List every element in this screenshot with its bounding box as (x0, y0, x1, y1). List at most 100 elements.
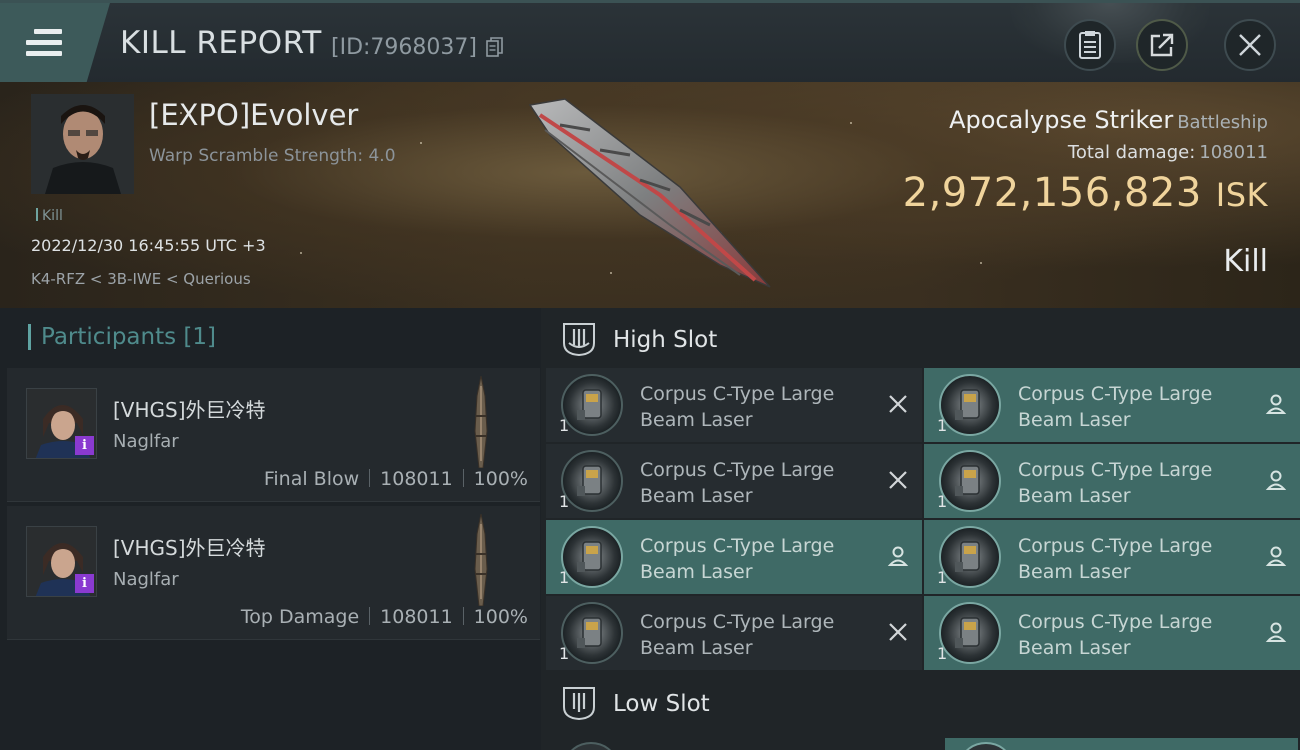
person-icon (1265, 394, 1287, 414)
participant-percent: 100% (473, 606, 528, 628)
participant-badge: i (75, 574, 94, 593)
participant-stats: Final Blow 108011 100% (264, 468, 528, 490)
victim-ship-image (528, 98, 771, 288)
person-icon (887, 546, 909, 566)
high-slot-module[interactable]: 1 Corpus C-Type Large Beam Laser (924, 520, 1300, 594)
module-name-line2: Beam Laser (1018, 409, 1131, 431)
participant-stats: Top Damage 108011 100% (241, 606, 528, 628)
participant-ship-image (474, 514, 488, 606)
ship-name-label: Apocalypse Striker (949, 106, 1174, 134)
participant-row[interactable]: i [VHGS]外巨冷特 Naglfar Top Damage 108011 100… (7, 506, 540, 640)
module-name: Corpus C-Type Large Beam Laser (640, 457, 870, 509)
fitting-panel: High Slot 1 Corpus C-Type Large Beam Laser… (541, 308, 1300, 750)
module-name-line2: Beam Laser (1018, 485, 1131, 507)
participants-title[interactable]: Participants [1] (28, 324, 216, 350)
module-name-line2: Beam Laser (640, 561, 753, 583)
high-slot-icon (563, 323, 595, 357)
victim-name[interactable]: [EXPO]Evolver (149, 98, 358, 132)
close-icon (1239, 34, 1261, 56)
module-name: Corpus C-Type Large Beam Laser (640, 609, 870, 661)
high-slot-header: High Slot (541, 308, 1300, 370)
module-name: Corpus C-Type Large Beam Laser (1018, 457, 1248, 509)
laser-module-icon (939, 602, 1001, 664)
module-name-line2: Beam Laser (640, 637, 753, 659)
module-name-line1: Corpus C-Type Large (1018, 459, 1213, 481)
laser-module-icon (561, 526, 623, 588)
laser-module-icon (939, 374, 1001, 436)
kill-tag: Kill (36, 208, 63, 224)
participant-ship-image (474, 376, 488, 468)
laser-module-icon (561, 602, 623, 664)
clipboard-button[interactable] (1064, 19, 1116, 71)
total-damage-value: 108011 (1199, 142, 1268, 163)
victim-ship-name[interactable]: Apocalypse Striker Battleship (949, 106, 1268, 134)
participants-panel: Participants [1] i [VHGS]外巨冷特 Naglfar Fi… (0, 308, 541, 750)
warp-scramble-strength: Warp Scramble Strength: 4.0 (149, 146, 396, 166)
participant-ship: Naglfar (113, 431, 179, 452)
header-bar: KILL REPORT [ID:7968037] (0, 0, 1300, 85)
low-slot-label: Low Slot (613, 691, 710, 717)
isk-value: 2,972,156,823 ISK (903, 170, 1268, 216)
laser-module-icon (561, 374, 623, 436)
participant-row[interactable]: i [VHGS]外巨冷特 Naglfar Final Blow 108011 100… (7, 368, 540, 502)
module-name-line2: Beam Laser (1018, 637, 1131, 659)
copy-icon[interactable] (486, 37, 504, 59)
module-name-line1: Corpus C-Type Large (1018, 611, 1213, 633)
kill-tag-label: Kill (42, 208, 63, 224)
module-name-line1: Corpus C-Type Large (640, 459, 835, 481)
x-icon (889, 471, 907, 489)
high-slot-module[interactable]: 1 Corpus C-Type Large Beam Laser (546, 520, 922, 594)
module-name-line1: Corpus C-Type Large (640, 611, 835, 633)
laser-module-icon (561, 450, 623, 512)
module-quantity: 1 (559, 416, 570, 435)
module-name-line1: Corpus C-Type Large (640, 535, 835, 557)
ship-class-label: Battleship (1177, 112, 1268, 133)
participant-role: Final Blow (263, 468, 360, 490)
participant-ship: Naglfar (113, 569, 179, 590)
module-quantity: 1 (559, 644, 570, 663)
kill-datetime: 2022/12/30 16:45:55 UTC +3 (31, 236, 266, 255)
module-quantity: 1 (937, 568, 948, 587)
victim-portrait[interactable] (31, 94, 134, 194)
low-slot-header: Low Slot (541, 672, 1300, 734)
report-id: [ID:7968037] (331, 35, 477, 60)
module-name-line2: Beam Laser (640, 409, 753, 431)
laser-module-icon (939, 450, 1001, 512)
module-name: Corpus C-Type Large Beam Laser (640, 533, 870, 585)
clipboard-icon (1079, 31, 1101, 59)
module-quantity: 1 (937, 416, 948, 435)
high-slot-module[interactable]: 1 Corpus C-Type Large Beam Laser (924, 368, 1300, 442)
low-slot-icon (563, 687, 595, 721)
participant-damage: 108011 (380, 468, 453, 490)
module-name-line1: Corpus C-Type Large (640, 383, 835, 405)
share-button[interactable] (1136, 19, 1188, 71)
menu-icon (26, 29, 62, 62)
close-button[interactable] (1224, 19, 1276, 71)
module-name-line1: Corpus C-Type Large (1018, 535, 1213, 557)
high-slot-module[interactable]: 1 Corpus C-Type Large Beam Laser (924, 444, 1300, 518)
isk-unit: ISK (1215, 176, 1268, 214)
share-icon (1150, 33, 1174, 57)
x-icon (889, 623, 907, 641)
high-slot-module[interactable]: 1 Corpus C-Type Large Beam Laser (546, 596, 922, 670)
isk-amount: 2,972,156,823 (902, 170, 1202, 216)
participant-damage: 108011 (380, 606, 453, 628)
participant-role: Top Damage (240, 606, 360, 628)
module-name: Corpus C-Type Large Beam Laser (1018, 609, 1248, 661)
high-slot-module[interactable]: 1 Corpus C-Type Large Beam Laser (546, 368, 922, 442)
high-slot-module[interactable]: 1 Corpus C-Type Large Beam Laser (546, 444, 922, 518)
laser-module-icon (939, 526, 1001, 588)
participant-name[interactable]: [VHGS]外巨冷特 (113, 394, 266, 423)
kill-location[interactable]: K4-RFZ < 3B-IWE < Querious (31, 270, 251, 288)
x-icon (889, 395, 907, 413)
participant-percent: 100% (473, 468, 528, 490)
module-quantity: 1 (559, 568, 570, 587)
module-name-line2: Beam Laser (1018, 561, 1131, 583)
participant-name[interactable]: [VHGS]外巨冷特 (113, 532, 266, 561)
module-name: Corpus C-Type Large Beam Laser (1018, 381, 1248, 433)
page-title: KILL REPORT (120, 25, 322, 61)
low-slot-modules-partial (546, 738, 1298, 750)
participant-badge: i (75, 436, 94, 455)
high-slot-module[interactable]: 1 Corpus C-Type Large Beam Laser (924, 596, 1300, 670)
menu-button[interactable] (0, 3, 110, 85)
